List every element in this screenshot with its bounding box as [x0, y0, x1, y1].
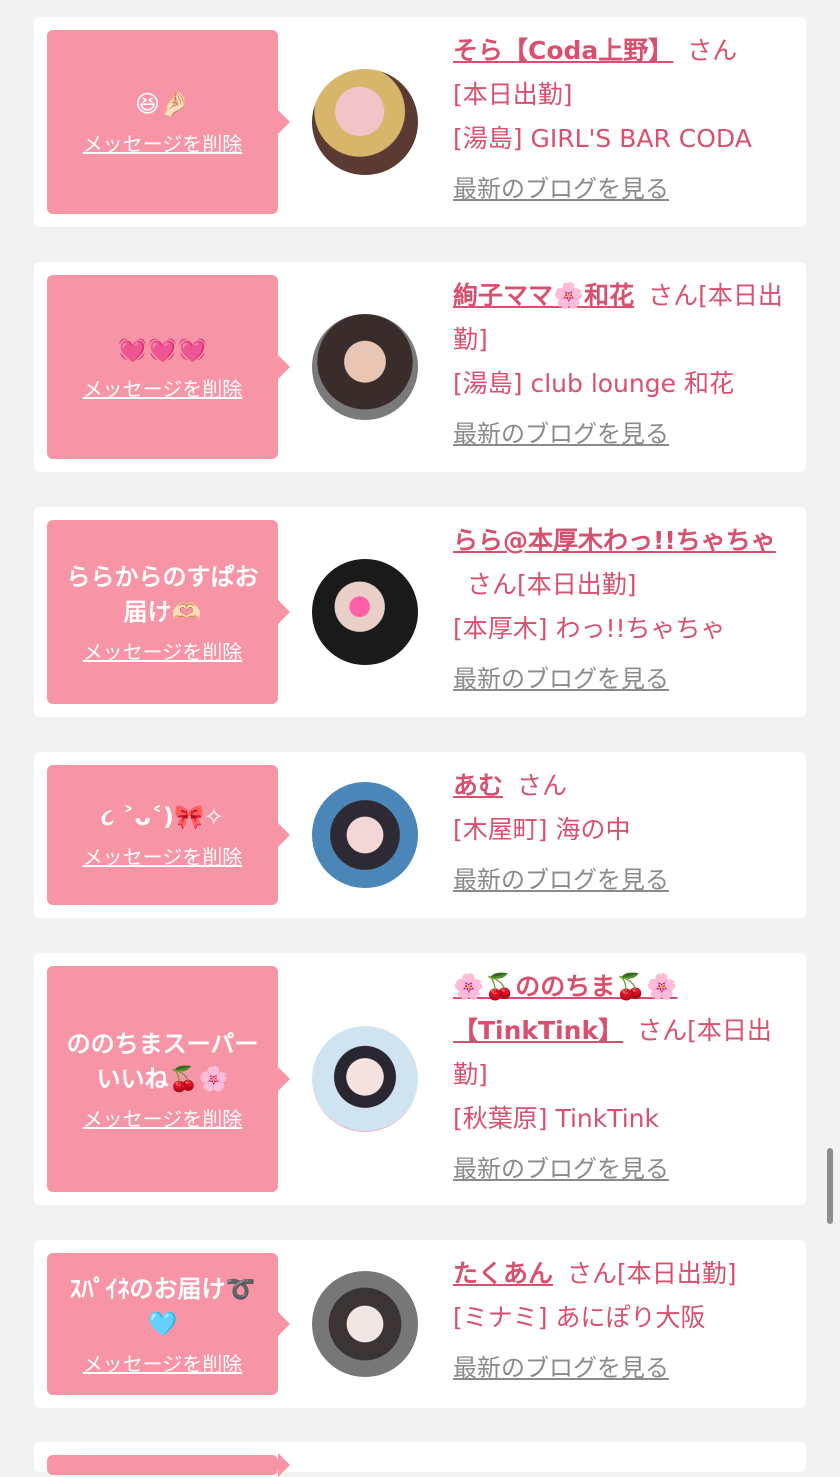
shop-name: 海の中	[555, 815, 631, 844]
latest-blog-link[interactable]: 最新のブログを見る	[453, 1346, 669, 1390]
message-bubble: ららからのすぱお届け🫶🏻 メッセージを削除	[47, 520, 290, 704]
notification-card: ののちまスーパーいいね🍒🌸 メッセージを削除 🌸🍒ののちま🍒🌸【TinkTink…	[34, 953, 806, 1205]
message-bubble	[47, 1453, 290, 1477]
notification-card	[34, 1442, 806, 1477]
message-bubble: 💓💓💓 メッセージを削除	[47, 275, 290, 459]
shop-name: club lounge 和花	[530, 369, 734, 398]
shop-name: GIRL'S BAR CODA	[530, 124, 752, 153]
message-bubble: ｽﾊﾟｲﾈのお届け➰🩵 メッセージを削除	[47, 1253, 290, 1395]
shop-name: あにぽり大阪	[555, 1303, 706, 1332]
cast-name-link[interactable]: 絢子ママ🌸和花	[453, 281, 634, 310]
message-text: ૮ ˃ᴗ˂)🎀✧	[100, 803, 224, 831]
cast-info: 絢子ママ🌸和花 さん[本日出勤] [湯島] club lounge 和花 最新のブ…	[453, 274, 792, 456]
message-text: ののちまスーパーいいね🍒🌸	[66, 1029, 259, 1093]
cast-name-link[interactable]: あむ	[453, 771, 503, 800]
latest-blog-link[interactable]: 最新のブログを見る	[453, 858, 669, 902]
area-label: [湯島]	[453, 124, 523, 153]
area-label: [木屋町]	[453, 815, 548, 844]
honorific: さん	[648, 281, 699, 310]
scrollbar[interactable]	[827, 1148, 833, 1224]
honorific: さん	[517, 771, 568, 800]
notification-card: 😆🤌🏻 メッセージを削除 そら【Coda上野】 さん [本日出勤] [湯島] GI…	[34, 17, 806, 227]
latest-blog-link[interactable]: 最新のブログを見る	[453, 167, 669, 211]
avatar[interactable]	[312, 69, 418, 175]
honorific: さん	[467, 570, 518, 599]
latest-blog-link[interactable]: 最新のブログを見る	[453, 1147, 669, 1191]
message-text: 💓💓💓	[117, 335, 208, 363]
delete-message-link[interactable]: メッセージを削除	[83, 841, 243, 870]
delete-message-link[interactable]: メッセージを削除	[83, 373, 243, 402]
cast-info: 🌸🍒ののちま🍒🌸【TinkTink】 さん[本日出勤] [秋葉原] TinkTin…	[453, 965, 792, 1191]
message-bubble: ののちまスーパーいいね🍒🌸 メッセージを削除	[47, 966, 290, 1192]
area-label: [ミナミ]	[453, 1303, 548, 1332]
notification-card: ららからのすぱお届け🫶🏻 メッセージを削除 らら@本厚木わっ!!ちゃちゃさん[本…	[34, 507, 806, 717]
avatar[interactable]	[312, 559, 418, 665]
latest-blog-link[interactable]: 最新のブログを見る	[453, 657, 669, 701]
cast-name-link[interactable]: たくあん	[453, 1259, 553, 1288]
area-label: [湯島]	[453, 369, 523, 398]
notification-card: ｽﾊﾟｲﾈのお届け➰🩵 メッセージを削除 たくあん さん[本日出勤] [ミナミ] …	[34, 1240, 806, 1408]
notification-card: ૮ ˃ᴗ˂)🎀✧ メッセージを削除 あむ さん [木屋町] 海の中 最新のブログを…	[34, 752, 806, 918]
message-text: ｽﾊﾟｲﾈのお届け➰🩵	[69, 1274, 256, 1338]
honorific: さん	[687, 36, 738, 65]
delete-message-link[interactable]: メッセージを削除	[83, 128, 243, 157]
avatar[interactable]	[312, 782, 418, 888]
avatar[interactable]	[312, 314, 418, 420]
cast-name-link[interactable]: そら【Coda上野】	[453, 36, 673, 65]
attendance-status: [本日出勤]	[517, 570, 637, 599]
cast-name-link[interactable]: らら@本厚木わっ!!ちゃちゃ	[453, 526, 776, 555]
delete-message-link[interactable]: メッセージを削除	[83, 636, 243, 665]
delete-message-link[interactable]: メッセージを削除	[83, 1348, 243, 1377]
message-text: ららからのすぱお届け🫶🏻	[66, 562, 259, 626]
notification-card: 💓💓💓 メッセージを削除 絢子ママ🌸和花 さん[本日出勤] [湯島] club l…	[34, 262, 806, 472]
avatar[interactable]	[312, 1271, 418, 1377]
cast-info: たくあん さん[本日出勤] [ミナミ] あにぽり大阪 最新のブログを見る	[453, 1252, 792, 1390]
honorific: さん	[567, 1259, 618, 1288]
shop-name: TinkTink	[555, 1104, 660, 1133]
cast-info: らら@本厚木わっ!!ちゃちゃさん[本日出勤] [本厚木] わっ!!ちゃちゃ 最新…	[453, 519, 792, 701]
cast-info: そら【Coda上野】 さん [本日出勤] [湯島] GIRL'S BAR CODA…	[453, 29, 792, 211]
attendance-status: [本日出勤]	[453, 80, 573, 109]
message-text: 😆🤌🏻	[135, 90, 190, 118]
message-bubble: ૮ ˃ᴗ˂)🎀✧ メッセージを削除	[47, 765, 290, 905]
message-bubble: 😆🤌🏻 メッセージを削除	[47, 30, 290, 214]
area-label: [秋葉原]	[453, 1104, 548, 1133]
area-label: [本厚木]	[453, 614, 548, 643]
shop-name: わっ!!ちゃちゃ	[555, 614, 726, 643]
cast-info: あむ さん [木屋町] 海の中 最新のブログを見る	[453, 764, 792, 902]
delete-message-link[interactable]: メッセージを削除	[83, 1103, 243, 1132]
latest-blog-link[interactable]: 最新のブログを見る	[453, 412, 669, 456]
honorific: さん	[637, 1016, 688, 1045]
attendance-status: [本日出勤]	[617, 1259, 737, 1288]
avatar[interactable]	[312, 1026, 418, 1132]
